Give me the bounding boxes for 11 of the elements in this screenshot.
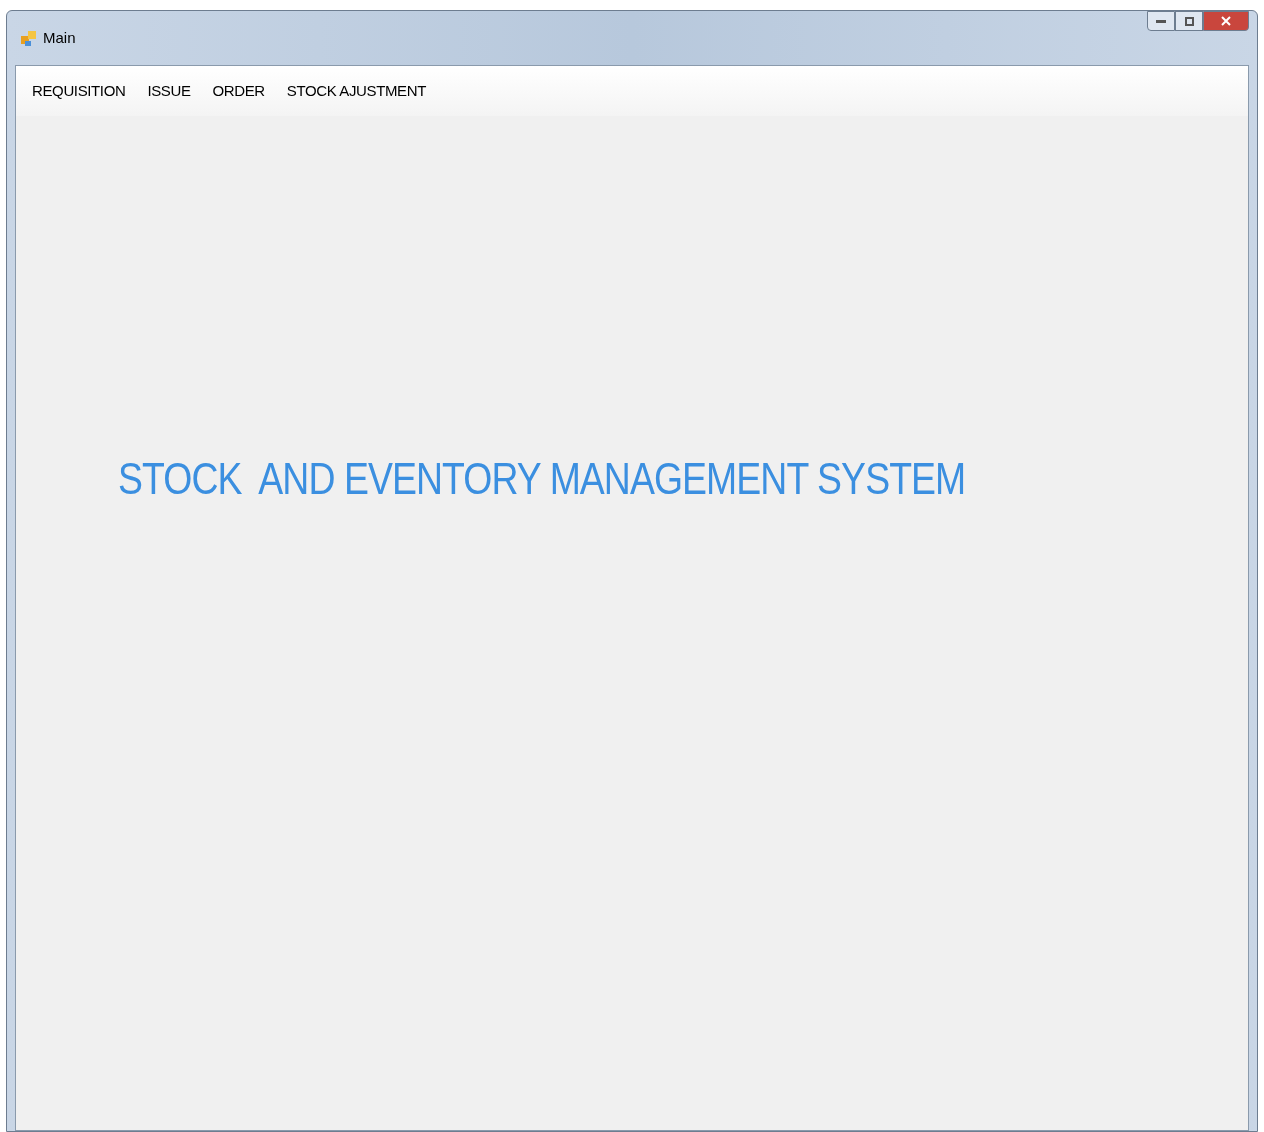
app-icon (19, 28, 39, 48)
menu-item[interactable]: STOCK AJUSTMENT (286, 79, 426, 103)
menu-item[interactable]: ISSUE (147, 79, 191, 103)
close-icon (1221, 16, 1231, 26)
close-button[interactable] (1203, 11, 1249, 31)
window-title: Main (43, 27, 76, 48)
menu-item[interactable]: ORDER (212, 79, 265, 103)
minimize-button[interactable] (1147, 11, 1175, 31)
menu-item[interactable]: REQUISITION (32, 79, 126, 103)
maximize-button[interactable] (1175, 11, 1203, 31)
app-heading: STOCK AND EVENTORY MANAGEMENT SYSTEM (118, 453, 967, 505)
